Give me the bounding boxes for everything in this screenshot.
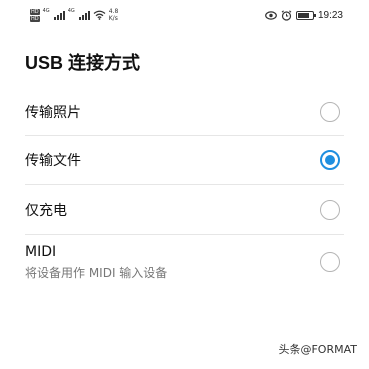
option-transfer-files[interactable]: 传输文件: [25, 136, 344, 185]
wifi-icon: [93, 10, 106, 20]
hd-badge-bottom: HD: [30, 15, 40, 22]
speed-unit: K/s: [108, 15, 118, 22]
option-texts: MIDI 将设备用作 MIDI 输入设备: [25, 244, 167, 281]
radio-button-midi[interactable]: [320, 252, 340, 272]
eye-icon: [265, 10, 277, 20]
option-transfer-photos[interactable]: 传输照片: [25, 88, 344, 136]
option-label: 仅充电: [25, 202, 67, 219]
watermark: 头条@FORMAT: [278, 343, 357, 356]
signal-strength-icon: [53, 10, 65, 20]
status-bar: HD HD 4G 4G 4.8 K/s 19:23: [0, 0, 369, 30]
radio-button-photos[interactable]: [320, 101, 340, 122]
status-right: 19:23: [265, 10, 343, 21]
radio-button-charge[interactable]: [320, 199, 340, 220]
option-sublabel: 将设备用作 MIDI 输入设备: [25, 265, 168, 280]
hd-badge-top: HD: [30, 8, 40, 15]
radio-button-files[interactable]: [320, 150, 340, 170]
dialog-title: USB 连接方式: [25, 53, 141, 73]
speed-value: 4.8: [108, 8, 119, 15]
option-label: MIDI: [25, 243, 57, 260]
usb-mode-list: 传输照片 传输文件 仅充电 MIDI 将设备用作 MIDI 输入设备: [25, 88, 344, 289]
hd-badges: HD HD: [30, 8, 40, 22]
signal-strength-icon-2: [78, 10, 90, 20]
status-left: HD HD 4G 4G 4.8 K/s: [30, 8, 118, 22]
option-midi[interactable]: MIDI 将设备用作 MIDI 输入设备: [25, 235, 344, 289]
option-charge-only[interactable]: 仅充电: [25, 185, 344, 235]
option-label: 传输文件: [25, 153, 81, 169]
signal2-type: 4G: [67, 8, 75, 14]
clock: 19:23: [317, 9, 343, 21]
battery-icon: [295, 10, 316, 20]
alarm-icon: [281, 9, 292, 21]
option-label: 传输照片: [25, 104, 81, 121]
signal1-type: 4G: [42, 8, 50, 14]
network-speed: 4.8 K/s: [109, 8, 119, 22]
